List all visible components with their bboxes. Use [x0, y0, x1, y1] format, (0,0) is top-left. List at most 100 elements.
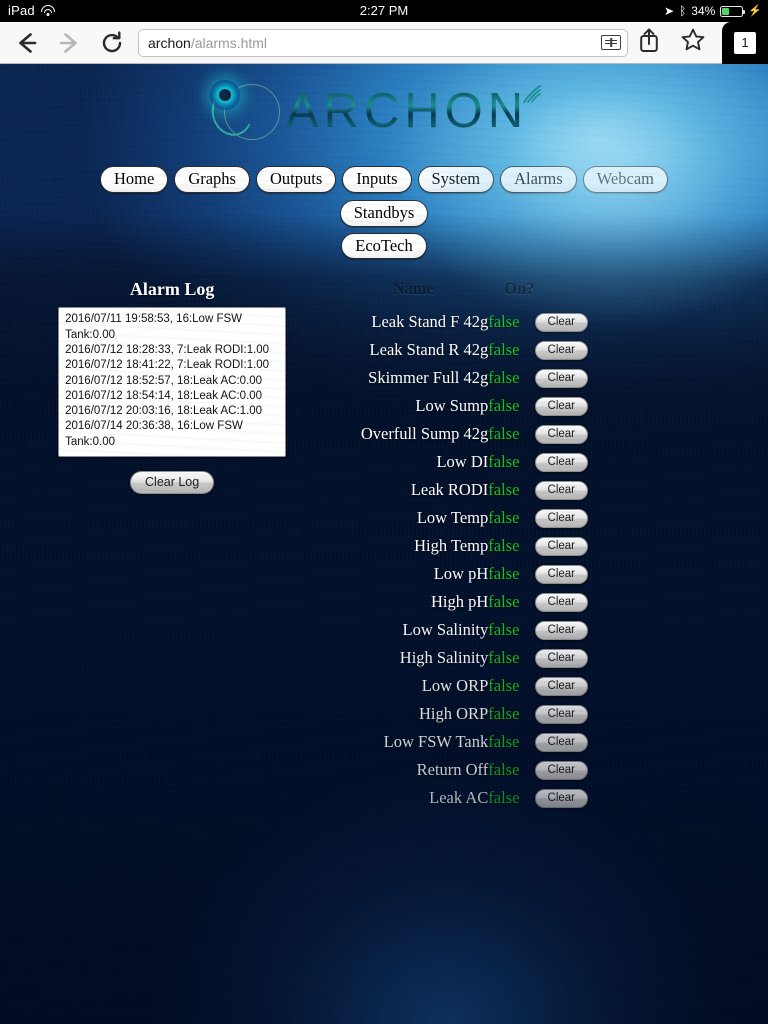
alarm-row: Low SalinityfalseClear: [338, 616, 588, 644]
wifi-icon: [41, 5, 56, 17]
forward-arrow-icon[interactable]: [56, 30, 82, 56]
archon-swirl-icon: [210, 78, 282, 144]
clear-alarm-button[interactable]: Clear: [535, 705, 588, 724]
alarm-name: High ORP: [338, 700, 488, 728]
alarm-row: Overfull Sump 42gfalseClear: [338, 420, 588, 448]
ipad-safari-screen: iPad 2:27 PM ➤ ᛒ 34% ⚡ archon/alarms.htm…: [0, 0, 768, 1024]
nav-item-graphs[interactable]: Graphs: [174, 166, 250, 193]
browser-nav-buttons: [0, 30, 124, 56]
alarm-action-cell: Clear: [535, 532, 588, 560]
alarm-name: High Temp: [338, 532, 488, 560]
clear-alarm-button[interactable]: Clear: [535, 565, 588, 584]
main-nav-row-2: EcoTech: [0, 233, 768, 260]
clear-alarm-button[interactable]: Clear: [535, 621, 588, 640]
alarm-action-cell: Clear: [535, 448, 588, 476]
alarm-state: false: [488, 448, 534, 476]
alarm-action-cell: Clear: [535, 476, 588, 504]
alarm-row: Leak RODIfalseClear: [338, 476, 588, 504]
alarm-state: false: [488, 616, 534, 644]
clear-alarm-button[interactable]: Clear: [535, 369, 588, 388]
nav-item-outputs[interactable]: Outputs: [256, 166, 336, 193]
alarm-table-header-row: Name On?: [338, 279, 588, 308]
alarm-state: false: [488, 644, 534, 672]
alarm-action-cell: Clear: [535, 784, 588, 812]
alarm-row: High pHfalseClear: [338, 588, 588, 616]
clear-alarm-button[interactable]: Clear: [535, 509, 588, 528]
alarm-row: Low SumpfalseClear: [338, 392, 588, 420]
alarm-row: Return OfffalseClear: [338, 756, 588, 784]
bookmark-star-icon[interactable]: [680, 27, 706, 58]
alarm-state: false: [488, 588, 534, 616]
alarm-name: Low ORP: [338, 672, 488, 700]
clear-alarm-button[interactable]: Clear: [535, 677, 588, 696]
address-bar[interactable]: archon/alarms.html: [138, 29, 628, 57]
alarm-log-lines: 2016/07/11 19:58:53, 16:Low FSW Tank:0.0…: [65, 312, 279, 450]
alarm-log-entry: 2016/07/12 20:03:16, 18:Leak AC:1.00: [65, 404, 279, 419]
alarm-action-cell: Clear: [535, 616, 588, 644]
alarm-action-cell: Clear: [535, 364, 588, 392]
clear-alarm-button[interactable]: Clear: [535, 537, 588, 556]
location-arrow-icon: ➤: [664, 0, 674, 22]
clear-alarm-button[interactable]: Clear: [535, 593, 588, 612]
clear-alarm-button[interactable]: Clear: [535, 789, 588, 808]
alarm-name: Leak Stand F 42g: [338, 308, 488, 336]
alarm-row: Low pHfalseClear: [338, 560, 588, 588]
device-name: iPad: [8, 0, 35, 22]
alarm-table-body: Leak Stand F 42gfalseClearLeak Stand R 4…: [338, 308, 588, 812]
clear-alarm-button[interactable]: Clear: [535, 481, 588, 500]
column-header-name: Name: [338, 279, 488, 308]
clear-log-button[interactable]: Clear Log: [130, 471, 214, 494]
alarm-row: High TempfalseClear: [338, 532, 588, 560]
nav-item-home[interactable]: Home: [100, 166, 168, 193]
alarm-row: Low TempfalseClear: [338, 504, 588, 532]
back-arrow-icon[interactable]: [14, 30, 40, 56]
alarm-log-entry: 2016/07/12 18:54:14, 18:Leak AC:0.00: [65, 389, 279, 404]
alarm-row: High SalinityfalseClear: [338, 644, 588, 672]
alarm-name: Leak RODI: [338, 476, 488, 504]
alarm-name: Skimmer Full 42g: [338, 364, 488, 392]
page-content: Alarm Log 2016/07/11 19:58:53, 16:Low FS…: [0, 259, 768, 812]
clear-alarm-button[interactable]: Clear: [535, 313, 588, 332]
alarm-name: Low Temp: [338, 504, 488, 532]
clear-alarm-button[interactable]: Clear: [535, 425, 588, 444]
alarm-log-entry: 2016/07/14 20:36:38, 16:Low FSW Tank:0.0…: [65, 419, 279, 450]
clear-alarm-button[interactable]: Clear: [535, 341, 588, 360]
alarm-name: Leak Stand R 42g: [338, 336, 488, 364]
ios-status-bar: iPad 2:27 PM ➤ ᛒ 34% ⚡: [0, 0, 768, 22]
bluetooth-icon: ᛒ: [679, 0, 686, 22]
nav-item-inputs[interactable]: Inputs: [342, 166, 411, 193]
clear-alarm-button[interactable]: Clear: [535, 453, 588, 472]
tab-count-button[interactable]: 1: [722, 22, 768, 64]
alarm-action-cell: Clear: [535, 756, 588, 784]
alarm-state: false: [488, 560, 534, 588]
clear-alarm-button[interactable]: Clear: [535, 761, 588, 780]
alarm-state: false: [488, 476, 534, 504]
alarm-action-cell: Clear: [535, 420, 588, 448]
reload-icon[interactable]: [100, 31, 124, 55]
alarm-name: Overfull Sump 42g: [338, 420, 488, 448]
alarm-row: High ORPfalseClear: [338, 700, 588, 728]
alarm-state: false: [488, 364, 534, 392]
alarm-state: false: [488, 420, 534, 448]
clear-alarm-button[interactable]: Clear: [535, 733, 588, 752]
alarm-row: Skimmer Full 42gfalseClear: [338, 364, 588, 392]
nav-item-standbys[interactable]: Standbys: [340, 200, 429, 227]
status-bar-clock: 2:27 PM: [0, 0, 768, 22]
clear-alarm-button[interactable]: Clear: [535, 397, 588, 416]
reader-view-icon[interactable]: [601, 35, 621, 50]
alarm-action-cell: Clear: [535, 644, 588, 672]
tab-count-label: 1: [734, 32, 756, 54]
clear-alarm-button[interactable]: Clear: [535, 649, 588, 668]
nav-item-ecotech[interactable]: EcoTech: [341, 233, 426, 260]
nav-item-webcam[interactable]: Webcam: [583, 166, 668, 193]
alarm-name: High Salinity: [338, 644, 488, 672]
alarm-row: Leak Stand R 42gfalseClear: [338, 336, 588, 364]
alarm-row: Low ORPfalseClear: [338, 672, 588, 700]
alarm-log-box[interactable]: 2016/07/11 19:58:53, 16:Low FSW Tank:0.0…: [58, 307, 286, 457]
nav-item-system[interactable]: System: [418, 166, 495, 193]
alarm-action-cell: Clear: [535, 560, 588, 588]
column-header-on: On?: [488, 279, 534, 308]
alarm-action-cell: Clear: [535, 392, 588, 420]
share-icon[interactable]: [638, 27, 660, 58]
nav-item-alarms[interactable]: Alarms: [500, 166, 577, 193]
